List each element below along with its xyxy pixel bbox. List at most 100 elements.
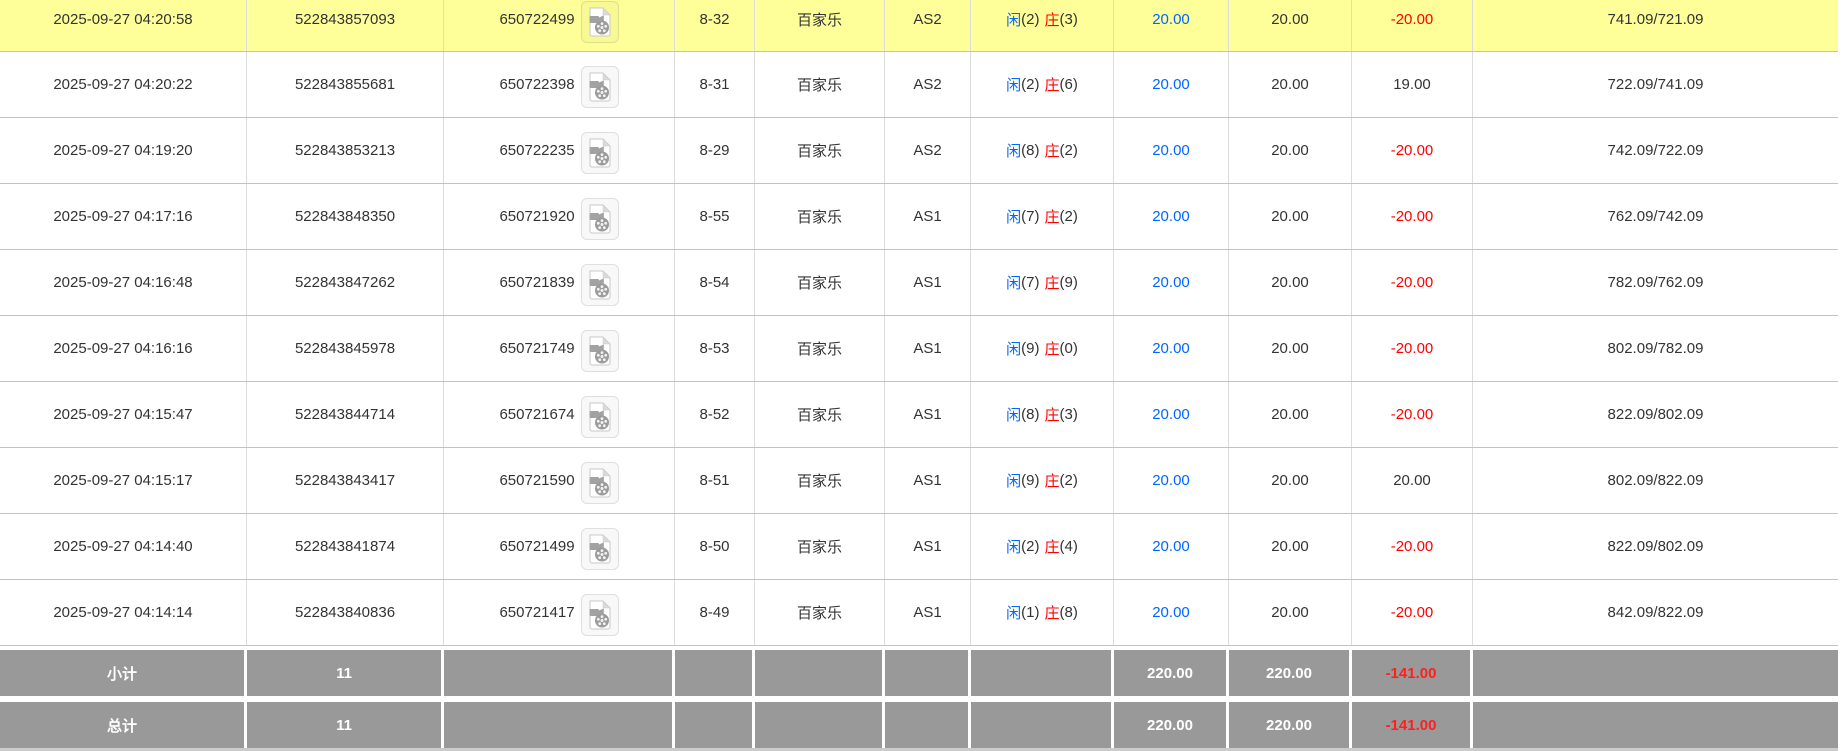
order-number: 522843847262 — [247, 250, 444, 315]
game-type: 百家乐 — [755, 448, 885, 513]
video-replay-button[interactable] — [581, 528, 619, 570]
video-replay-button[interactable] — [581, 264, 619, 306]
table-name: AS1 — [885, 316, 971, 381]
video-replay-icon — [587, 138, 613, 168]
bet-amount-link[interactable]: 20.00 — [1114, 184, 1229, 249]
bet-amount-link[interactable]: 20.00 — [1114, 514, 1229, 579]
game-result: 闲(1)庄(8) — [971, 580, 1114, 645]
banker-score: (9) — [1060, 274, 1078, 291]
video-replay-icon — [587, 7, 613, 37]
table-row[interactable]: 2025-09-27 04:15:47 522843844714 6507216… — [0, 382, 1838, 448]
table-name: AS1 — [885, 250, 971, 315]
game-result: 闲(2)庄(6) — [971, 52, 1114, 117]
table-row[interactable]: 2025-09-27 04:14:14 522843840836 6507214… — [0, 580, 1838, 646]
game-type: 百家乐 — [755, 52, 885, 117]
video-replay-button[interactable] — [581, 396, 619, 438]
order-number: 522843855681 — [247, 52, 444, 117]
round-number: 650722398 — [499, 76, 574, 93]
game-result: 闲(9)庄(0) — [971, 316, 1114, 381]
video-replay-button[interactable] — [581, 198, 619, 240]
table-row[interactable]: 2025-09-27 04:20:58 522843857093 6507224… — [0, 0, 1838, 52]
round-number: 650721590 — [499, 472, 574, 489]
valid-bet: 20.00 — [1229, 118, 1352, 183]
table-row[interactable]: 2025-09-27 04:16:48 522843847262 6507218… — [0, 250, 1838, 316]
win-loss: -20.00 — [1352, 514, 1473, 579]
subtotal-row: 小计 11 220.00 220.00 -141.00 — [0, 650, 1838, 696]
balance-before-after: 842.09/822.09 — [1473, 580, 1838, 645]
game-type: 百家乐 — [755, 316, 885, 381]
player-score: (7) — [1021, 208, 1039, 225]
bet-amount-link[interactable]: 20.00 — [1114, 448, 1229, 513]
video-replay-button[interactable] — [581, 132, 619, 174]
bet-time: 2025-09-27 04:14:40 — [0, 514, 247, 579]
player-label: 闲 — [1006, 74, 1021, 95]
video-replay-button[interactable] — [581, 66, 619, 108]
bet-amount-link[interactable]: 20.00 — [1114, 580, 1229, 645]
subtotal-bet: 220.00 — [1114, 650, 1229, 696]
banker-score: (2) — [1060, 472, 1078, 489]
game-type: 百家乐 — [755, 118, 885, 183]
table-row[interactable]: 2025-09-27 04:19:20 522843853213 6507222… — [0, 118, 1838, 184]
video-replay-button[interactable] — [581, 462, 619, 504]
round-cell: 650721590 — [444, 448, 675, 513]
video-replay-icon — [587, 402, 613, 432]
banker-label: 庄 — [1045, 536, 1060, 557]
table-round: 8-31 — [675, 52, 755, 117]
win-loss: -20.00 — [1352, 184, 1473, 249]
balance-before-after: 802.09/782.09 — [1473, 316, 1838, 381]
bet-amount-link[interactable]: 20.00 — [1114, 316, 1229, 381]
game-result: 闲(9)庄(2) — [971, 448, 1114, 513]
banker-score: (2) — [1060, 208, 1078, 225]
balance-before-after: 722.09/741.09 — [1473, 52, 1838, 117]
banker-label: 庄 — [1045, 140, 1060, 161]
win-loss: -20.00 — [1352, 580, 1473, 645]
table-row[interactable]: 2025-09-27 04:20:22 522843855681 6507223… — [0, 52, 1838, 118]
table-row[interactable]: 2025-09-27 04:15:17 522843843417 6507215… — [0, 448, 1838, 514]
order-number: 522843845978 — [247, 316, 444, 381]
table-name: AS1 — [885, 580, 971, 645]
table-round: 8-49 — [675, 580, 755, 645]
game-result: 闲(2)庄(4) — [971, 514, 1114, 579]
bet-amount-link[interactable]: 20.00 — [1114, 118, 1229, 183]
player-score: (9) — [1021, 340, 1039, 357]
bet-amount-link[interactable]: 20.00 — [1114, 382, 1229, 447]
subtotal-count: 11 — [247, 650, 444, 696]
game-type: 百家乐 — [755, 0, 885, 51]
banker-score: (3) — [1060, 11, 1078, 28]
balance-before-after: 742.09/722.09 — [1473, 118, 1838, 183]
video-replay-button[interactable] — [581, 1, 619, 43]
player-label: 闲 — [1006, 338, 1021, 359]
subtotal-valid-bet: 220.00 — [1229, 650, 1352, 696]
round-cell: 650721839 — [444, 250, 675, 315]
table-row[interactable]: 2025-09-27 04:16:16 522843845978 6507217… — [0, 316, 1838, 382]
balance-before-after: 822.09/802.09 — [1473, 514, 1838, 579]
bet-amount-link[interactable]: 20.00 — [1114, 0, 1229, 51]
round-cell: 650721920 — [444, 184, 675, 249]
table-row[interactable]: 2025-09-27 04:17:16 522843848350 6507219… — [0, 184, 1838, 250]
bet-amount-link[interactable]: 20.00 — [1114, 250, 1229, 315]
game-type: 百家乐 — [755, 382, 885, 447]
valid-bet: 20.00 — [1229, 514, 1352, 579]
order-number: 522843843417 — [247, 448, 444, 513]
video-replay-icon — [587, 600, 613, 630]
total-count: 11 — [247, 702, 444, 748]
video-replay-button[interactable] — [581, 330, 619, 372]
banker-score: (3) — [1060, 406, 1078, 423]
win-loss: 20.00 — [1352, 448, 1473, 513]
win-loss: -20.00 — [1352, 382, 1473, 447]
order-number: 522843853213 — [247, 118, 444, 183]
round-cell: 650722398 — [444, 52, 675, 117]
win-loss: -20.00 — [1352, 250, 1473, 315]
order-number: 522843840836 — [247, 580, 444, 645]
game-type: 百家乐 — [755, 184, 885, 249]
bet-time: 2025-09-27 04:14:14 — [0, 580, 247, 645]
video-replay-button[interactable] — [581, 594, 619, 636]
game-type: 百家乐 — [755, 250, 885, 315]
table-row[interactable]: 2025-09-27 04:14:40 522843841874 6507214… — [0, 514, 1838, 580]
win-loss: -20.00 — [1352, 118, 1473, 183]
round-number: 650721749 — [499, 340, 574, 357]
banker-score: (6) — [1060, 76, 1078, 93]
table-name: AS1 — [885, 448, 971, 513]
table-name: AS1 — [885, 184, 971, 249]
bet-amount-link[interactable]: 20.00 — [1114, 52, 1229, 117]
